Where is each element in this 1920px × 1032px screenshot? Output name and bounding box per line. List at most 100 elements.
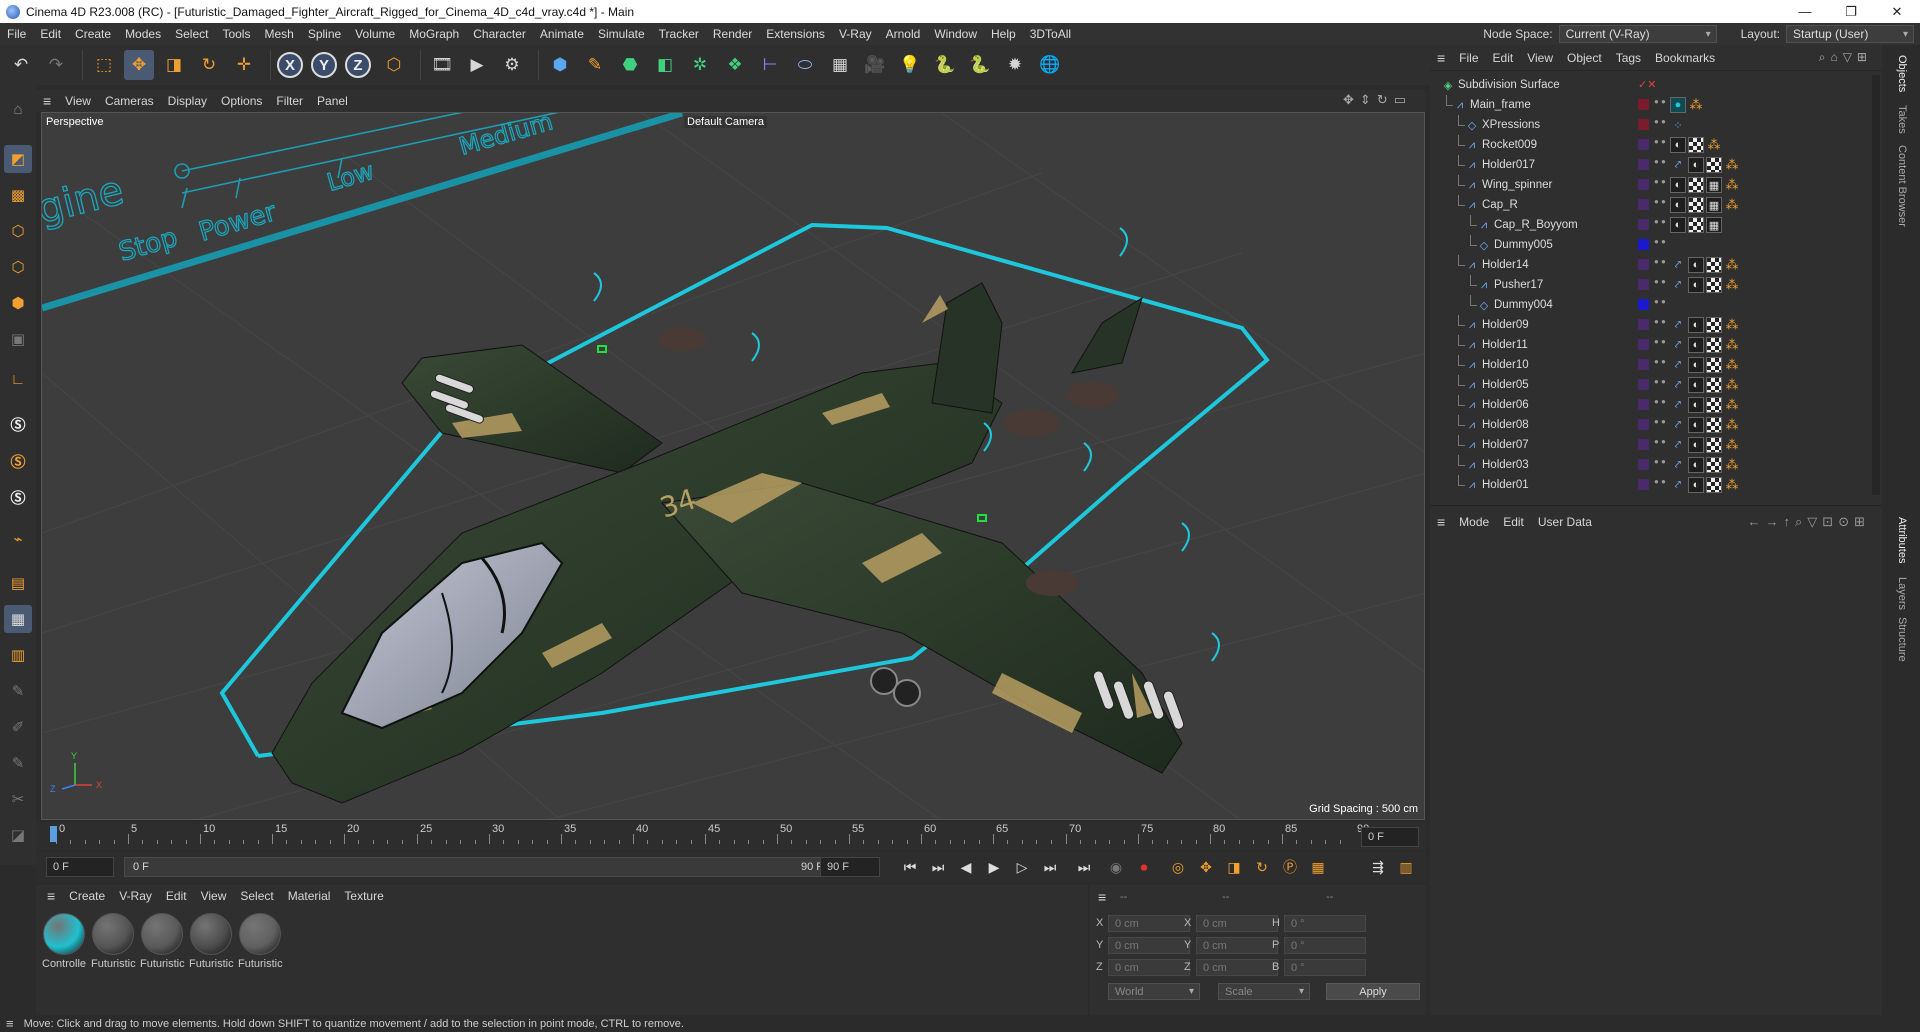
constraint-tag-icon[interactable]: ⁂ (1724, 437, 1740, 453)
object-row[interactable]: ⩘ Holder14 ● ● ⤤ ◐ ⁂ (1434, 255, 1874, 275)
texture-tag-icon[interactable] (1706, 277, 1722, 293)
menu-spline[interactable]: Spline (301, 27, 348, 41)
render-settings-icon[interactable]: ⚙ (497, 50, 527, 80)
viewport-navigation-icons[interactable]: ✥⇕↻▭ (1343, 92, 1412, 108)
object-row[interactable]: ◇ Dummy004 ● ● (1434, 295, 1874, 315)
uvw-tag-icon[interactable]: ▦ (1706, 197, 1722, 213)
brush-tool-icon[interactable]: ✎ (4, 749, 32, 777)
constraint-tag-icon[interactable]: ⁂ (1724, 277, 1740, 293)
menu-mesh[interactable]: Mesh (257, 27, 300, 41)
layer-color-swatch[interactable] (1638, 399, 1649, 410)
visibility-dots-icon[interactable]: ● ● (1654, 138, 1666, 151)
layer-color-swatch[interactable] (1638, 439, 1649, 450)
light-object-icon[interactable]: 💡 (895, 50, 925, 80)
coordinate-value-field[interactable]: 0 cm (1108, 959, 1190, 976)
previous-frame-icon[interactable]: ◀ (954, 856, 978, 878)
ik-tag-icon[interactable]: ⤤ (1670, 397, 1686, 413)
material-tag-icon[interactable]: ◐ (1688, 357, 1704, 373)
layer-color-swatch[interactable] (1638, 139, 1649, 150)
python-script-icon[interactable]: 🐍 (930, 50, 960, 80)
key-position-icon[interactable]: ✥ (1194, 856, 1218, 878)
material-swatch[interactable]: Futuristic (238, 913, 283, 970)
default-camera-label[interactable]: Default Camera (684, 116, 768, 128)
magnet-icon[interactable]: ⌁ (4, 525, 32, 553)
visibility-dots-icon[interactable]: ● ● (1654, 298, 1666, 311)
visibility-dots-icon[interactable]: ● ● (1654, 398, 1666, 411)
bevel-tool-icon[interactable]: ◪ (4, 821, 32, 849)
snap-settings-icon[interactable]: Ⓢ (4, 447, 32, 475)
texture-tag-icon[interactable] (1706, 337, 1722, 353)
menu-animate[interactable]: Animate (533, 27, 591, 41)
constraint-tag-icon[interactable]: ⁂ (1724, 157, 1740, 173)
tab-objects[interactable]: Objects (1896, 55, 1908, 92)
layer-color-swatch[interactable] (1638, 339, 1649, 350)
workplane-icon[interactable]: ▤ (4, 569, 32, 597)
texture-tag-icon[interactable] (1688, 137, 1704, 153)
texture-tag-icon[interactable] (1706, 157, 1722, 173)
menu-simulate[interactable]: Simulate (591, 27, 652, 41)
layer-color-swatch[interactable] (1638, 319, 1649, 330)
sculpt-tool-icon[interactable]: ✐ (4, 713, 32, 741)
menu-create[interactable]: Create (68, 27, 118, 41)
texture-tag-icon[interactable] (1688, 197, 1704, 213)
coordinates-hamburger-icon[interactable]: ≡ (1098, 889, 1106, 905)
coordinate-value-field[interactable]: 0 cm (1108, 915, 1190, 932)
object-row[interactable]: ◇ Dummy005 ● ● (1434, 235, 1874, 255)
material-tag-icon[interactable]: ◐ (1670, 177, 1686, 193)
tab-content-browser[interactable]: Content Browser (1896, 145, 1908, 227)
locked-workplane-icon[interactable]: ▥ (4, 641, 32, 669)
ik-tag-icon[interactable]: ⤤ (1670, 357, 1686, 373)
material-tag-icon[interactable]: ◐ (1688, 337, 1704, 353)
menu-edit[interactable]: Edit (33, 27, 68, 41)
key-scale-icon[interactable]: ◨ (1222, 856, 1246, 878)
constraint-tag-icon[interactable]: ⁂ (1724, 257, 1740, 273)
uvw-tag-icon[interactable]: ▦ (1706, 217, 1722, 233)
material-menu-edit[interactable]: Edit (159, 889, 194, 903)
visibility-dots-icon[interactable]: ● ● (1654, 98, 1666, 111)
material-swatch[interactable]: Futuristic (140, 913, 185, 970)
object-row[interactable]: ⩘ Holder01 ● ● ⤤ ◐ ⁂ (1434, 475, 1874, 495)
coordinate-system-dropdown[interactable]: World (1108, 983, 1200, 1000)
timeline-ruler[interactable]: 051015202530354045505560657075808590 0 F (36, 822, 1426, 850)
constraint-tag-icon[interactable]: ⁂ (1724, 477, 1740, 493)
camera-object-icon[interactable]: 🎥 (860, 50, 890, 80)
layer-color-swatch[interactable] (1638, 159, 1649, 170)
menu-render[interactable]: Render (706, 27, 759, 41)
menu-3dtoall[interactable]: 3DToAll (1023, 27, 1078, 41)
object-menu-tags[interactable]: Tags (1609, 51, 1648, 65)
viewport-menu-panel[interactable]: Panel (310, 94, 355, 108)
constraint-tag-icon[interactable]: ⁂ (1724, 337, 1740, 353)
coordinate-value-field[interactable]: 0 cm (1108, 937, 1190, 954)
layer-color-swatch[interactable] (1638, 419, 1649, 430)
apply-button[interactable]: Apply (1326, 983, 1420, 1000)
key-parameter-icon[interactable]: Ⓟ (1278, 856, 1302, 878)
playhead[interactable] (50, 826, 57, 842)
layer-color-swatch[interactable] (1638, 239, 1649, 250)
field-icon[interactable]: ⊢ (755, 50, 785, 80)
ik-tag-icon[interactable]: ⤤ (1670, 477, 1686, 493)
object-menu-bookmarks[interactable]: Bookmarks (1648, 51, 1722, 65)
menu-arnold[interactable]: Arnold (879, 27, 928, 41)
layer-color-swatch[interactable] (1638, 199, 1649, 210)
motion-recording-icon[interactable]: ⇶ (1366, 856, 1390, 878)
material-swatch[interactable]: Futuristic (91, 913, 136, 970)
material-tag-icon[interactable]: ◐ (1688, 437, 1704, 453)
render-region-icon[interactable]: 🎞 (427, 50, 457, 80)
xpresso-tag-icon[interactable]: ⁘ (1670, 117, 1686, 133)
constraint-tag-icon[interactable]: ⁂ (1724, 197, 1740, 213)
object-row[interactable]: ⩘ Holder10 ● ● ⤤ ◐ ⁂ (1434, 355, 1874, 375)
polygons-mode-icon[interactable]: ⬢ (4, 289, 32, 317)
x-axis-lock-button[interactable]: X (277, 52, 303, 78)
timeline-layout-icon[interactable]: ▥ (1394, 856, 1418, 878)
viewport-menu-display[interactable]: Display (161, 94, 214, 108)
layer-color-swatch[interactable] (1638, 99, 1649, 110)
visibility-dots-icon[interactable]: ● ● (1654, 278, 1666, 291)
next-keyframe-icon[interactable]: ⏭ (1038, 856, 1062, 878)
points-mode-icon[interactable]: ⬡ (4, 217, 32, 245)
texture-tag-icon[interactable] (1706, 317, 1722, 333)
autokey-icon[interactable]: ◉ (1104, 856, 1128, 878)
texture-tag-icon[interactable] (1706, 437, 1722, 453)
viewport-menu-options[interactable]: Options (214, 94, 269, 108)
coordinate-value-field[interactable]: 0 ° (1284, 915, 1366, 932)
constraint-tag-icon[interactable]: ⁂ (1724, 377, 1740, 393)
